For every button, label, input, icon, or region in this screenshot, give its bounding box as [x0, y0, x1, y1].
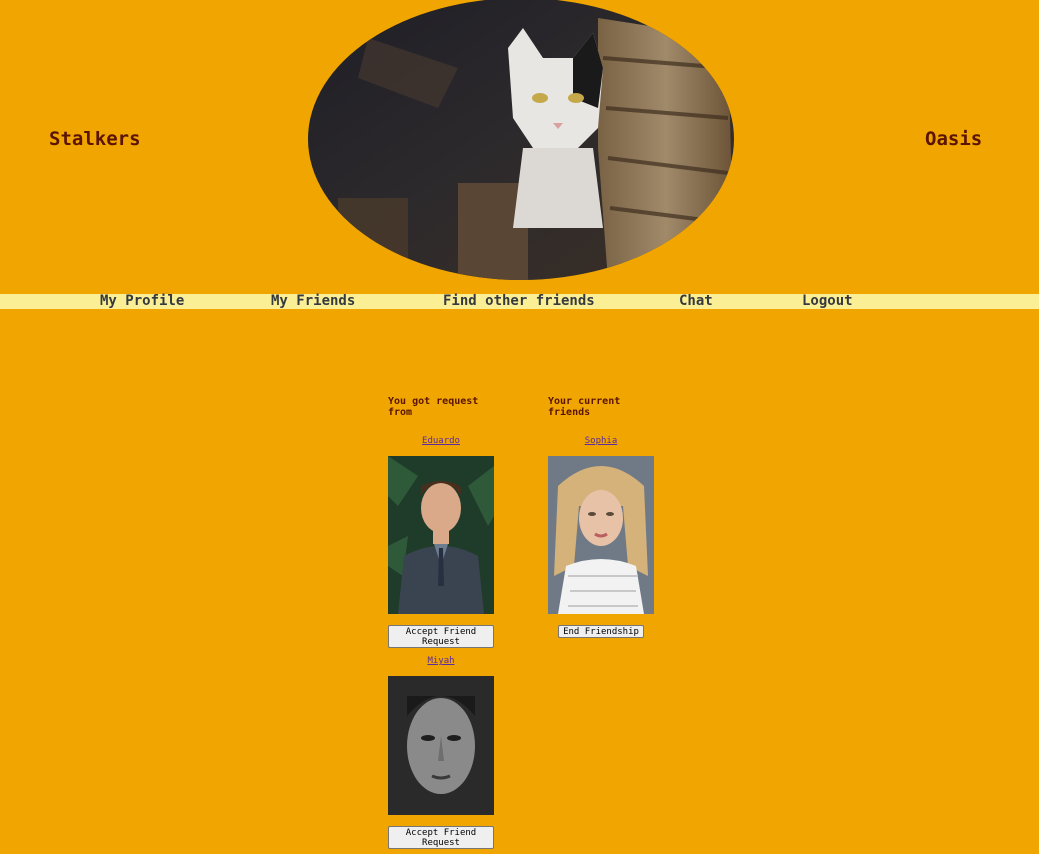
nav-my-profile[interactable]: My Profile	[100, 294, 184, 309]
friend-photo	[548, 456, 654, 614]
site-title-right: Oasis	[925, 128, 983, 150]
site-title-left: Stalkers	[49, 128, 141, 150]
friend-name-link[interactable]: Sophia	[548, 436, 654, 446]
nav-chat[interactable]: Chat	[679, 294, 713, 309]
accept-friend-request-button[interactable]: Accept Friend Request	[388, 625, 494, 648]
banner-cat-image	[308, 0, 734, 280]
friends-heading: Your current friends	[548, 396, 621, 418]
nav-logout[interactable]: Logout	[802, 294, 853, 309]
request-photo	[388, 456, 494, 614]
nav-find-friends[interactable]: Find other friends	[443, 294, 595, 309]
requests-heading: You got request from	[388, 396, 479, 418]
request-name-link[interactable]: Eduardo	[388, 436, 494, 446]
main-navbar: My Profile My Friends Find other friends…	[0, 294, 1039, 309]
nav-my-friends[interactable]: My Friends	[271, 294, 355, 309]
accept-friend-request-button[interactable]: Accept Friend Request	[388, 826, 494, 849]
request-photo	[388, 676, 494, 815]
end-friendship-button[interactable]: End Friendship	[558, 625, 644, 638]
request-name-link[interactable]: Miyah	[388, 656, 494, 666]
